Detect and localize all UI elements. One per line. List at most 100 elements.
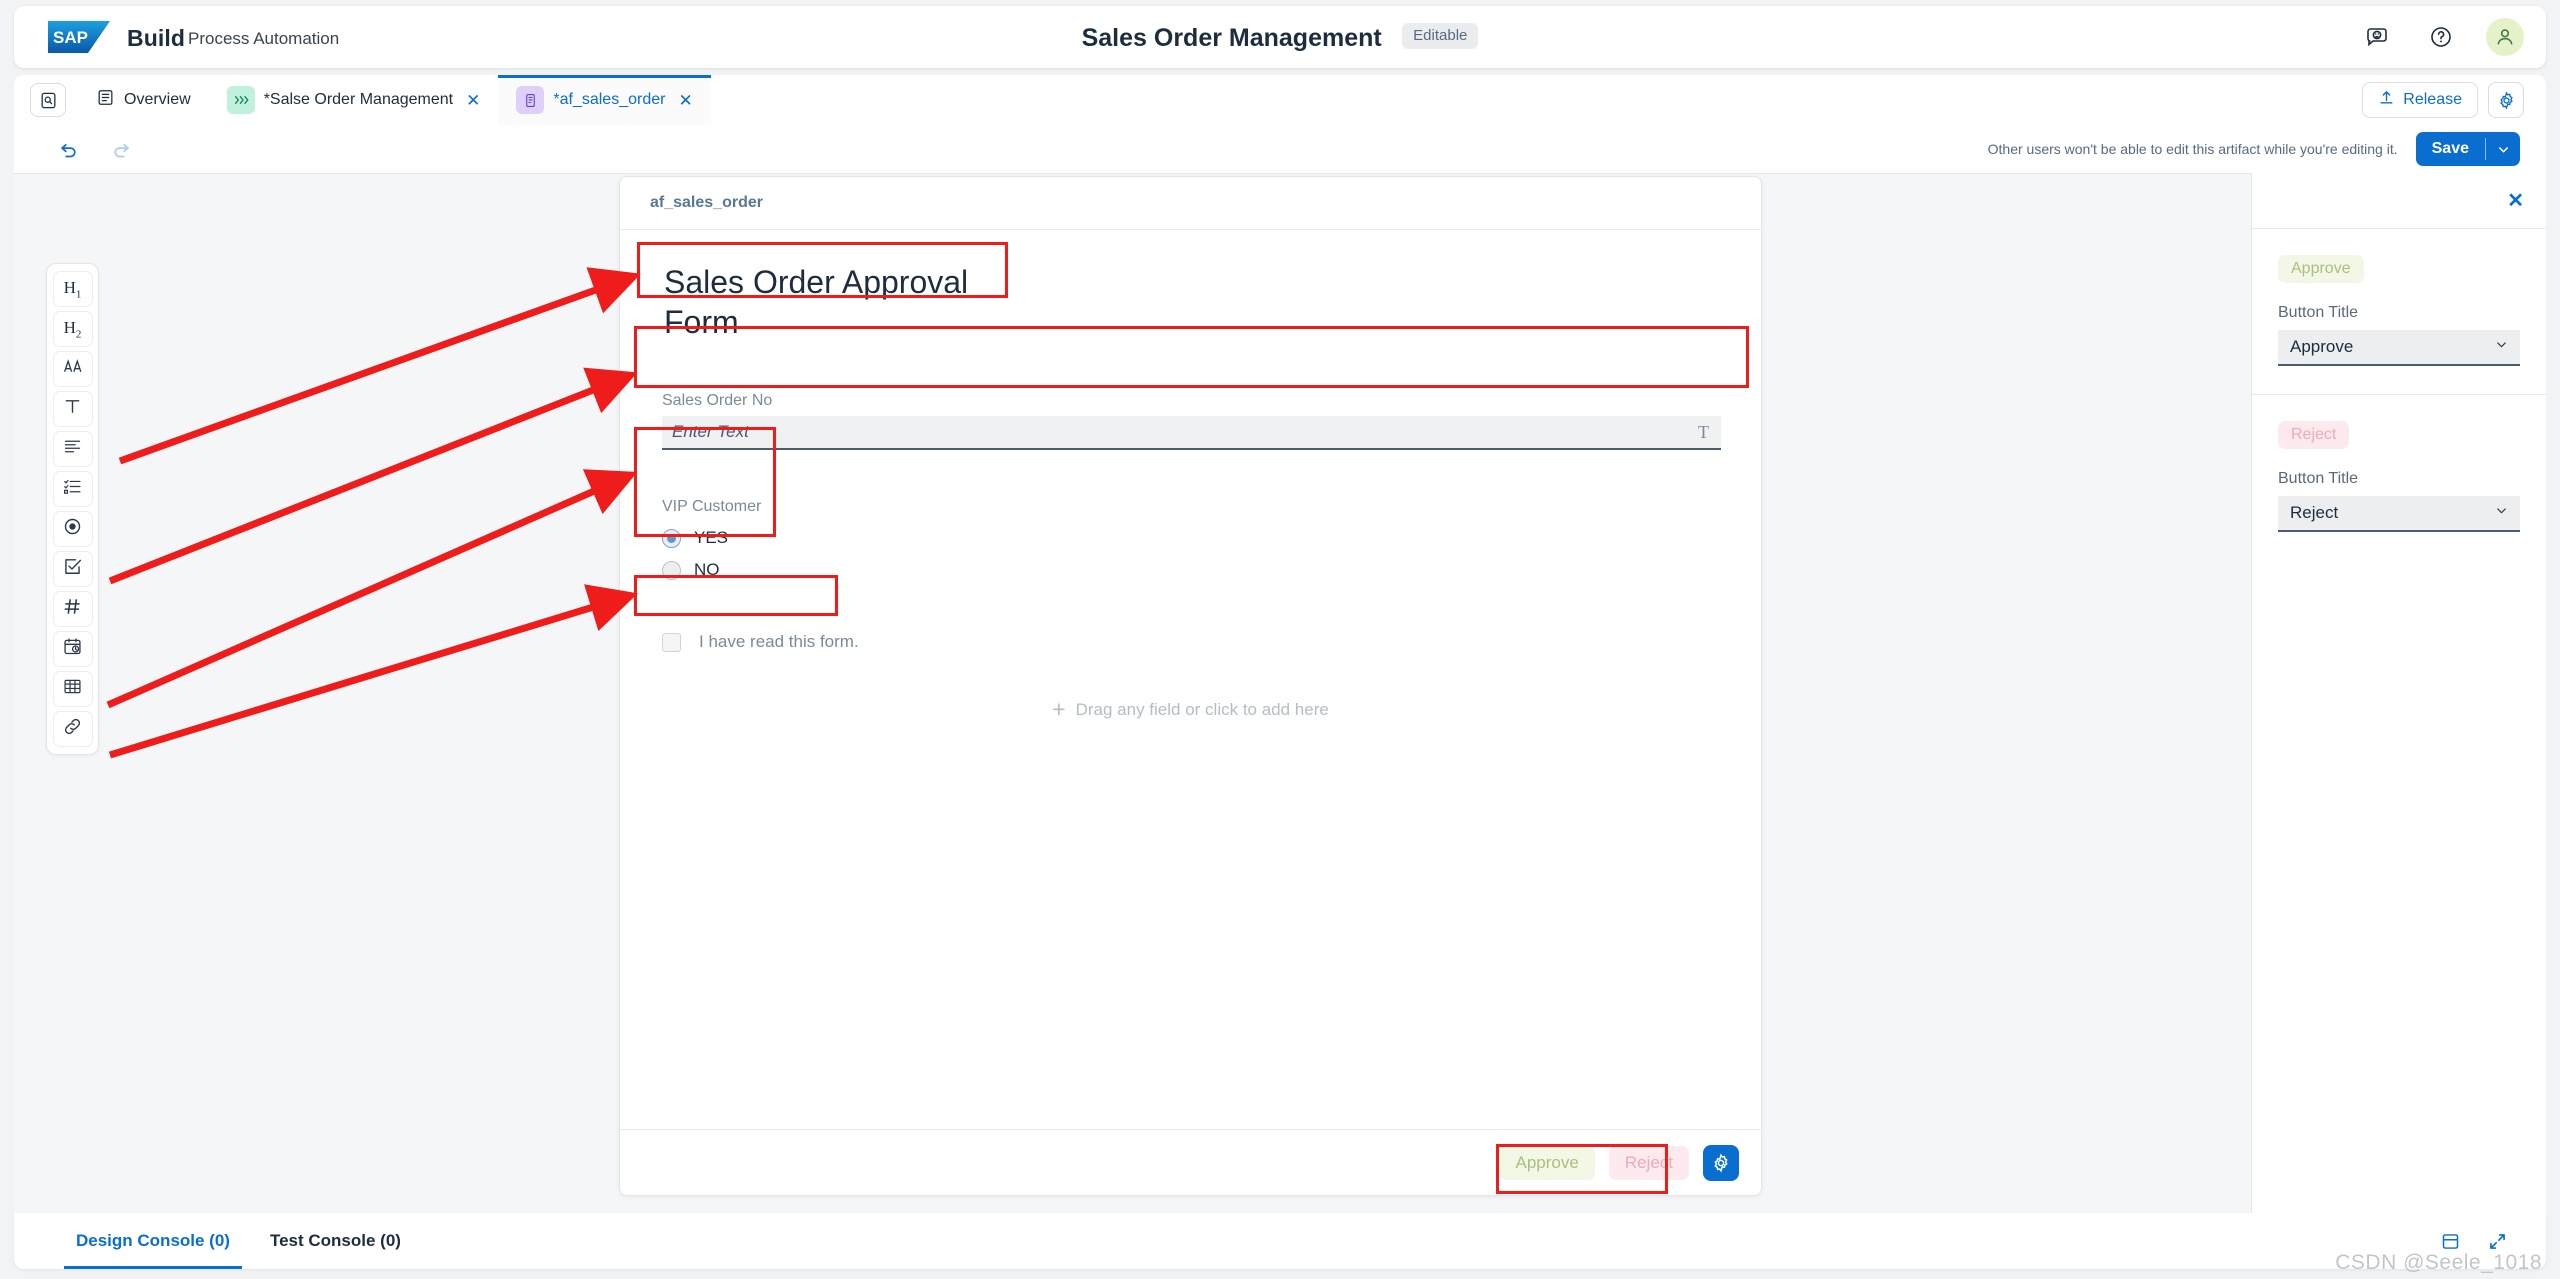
toolbar-right-actions: Other users won't be able to edit this a… [1988, 132, 2546, 166]
palette-item-paragraph[interactable] [52, 431, 93, 467]
palette-item-heading-1[interactable]: H1 [52, 271, 93, 307]
form-footer: Approve Reject [620, 1129, 1761, 1195]
split-panel-icon[interactable] [2440, 1231, 2461, 1252]
question-mark-icon[interactable] [2422, 18, 2460, 56]
rich-text-icon [62, 356, 83, 382]
form-card-header: af_sales_order [620, 177, 1761, 230]
approve-button-properties: Approve Button Title Approve [2252, 229, 2546, 394]
undo-arrow-icon[interactable] [54, 134, 84, 164]
tab-af-sales-order[interactable]: *af_sales_order ✕ [498, 75, 712, 125]
tab-design-console[interactable]: Design Console (0) [64, 1213, 242, 1269]
palette-item-radio-button[interactable] [52, 511, 93, 547]
palette-item-checkbox[interactable] [52, 551, 93, 587]
approve-chip: Approve [2278, 255, 2364, 283]
palette-item-rich-text[interactable] [52, 351, 93, 387]
tab-label: *af_sales_order [553, 91, 666, 108]
palette-item-number[interactable] [52, 591, 93, 627]
palette-item-date-time[interactable] [52, 631, 93, 667]
sales-order-no-input[interactable]: Enter Text T [662, 416, 1721, 450]
table-icon [62, 676, 83, 702]
palette-item-text-field[interactable] [52, 391, 93, 427]
tab-test-console[interactable]: Test Console (0) [258, 1213, 413, 1269]
console-tabs: Design Console (0) Test Console (0) [64, 1213, 413, 1269]
sales-order-no-label: Sales Order No [662, 392, 773, 409]
release-label: Release [2403, 91, 2462, 108]
editor-toolbar: Other users won't be able to edit this a… [14, 125, 2546, 173]
process-chevrons-icon [226, 86, 255, 114]
form-heading-field[interactable]: Sales Order Approval Form [662, 260, 1037, 346]
radio-button-icon [62, 516, 83, 542]
tab-salse-order-management[interactable]: *Salse Order Management ✕ [209, 75, 499, 125]
approve-button[interactable]: Approve [1499, 1145, 1595, 1180]
release-button[interactable]: Release [2362, 82, 2478, 118]
form-preview-card: af_sales_order Sales Order Approval Form… [619, 176, 1762, 1196]
reject-button-properties: Reject Button Title Reject [2252, 394, 2546, 560]
sap-logo-icon: SAP [48, 21, 110, 53]
chevron-down-icon[interactable] [2486, 132, 2520, 166]
reject-chip: Reject [2278, 421, 2350, 449]
undo-redo-group [54, 134, 136, 164]
list-icon [62, 476, 83, 502]
palette-item-link[interactable] [52, 711, 93, 747]
radio-option-no[interactable]: NO [662, 560, 802, 580]
brand-subtitle: Process Automation [188, 29, 340, 48]
edit-lock-note: Other users won't be able to edit this a… [1987, 141, 2398, 157]
text-type-marker-icon: T [1698, 421, 1709, 442]
properties-panel: ✕ Approve Button Title Approve Reject Bu… [2251, 173, 2546, 1213]
page-title-group: Sales Order Management Editable [14, 22, 2546, 53]
drop-hint-label: Drag any field or click to add here [1075, 699, 1329, 719]
status-badge: Editable [1402, 22, 1479, 49]
tab-label: *Salse Order Management [263, 91, 454, 108]
reject-button[interactable]: Reject [1608, 1145, 1689, 1180]
palette-item-list[interactable] [52, 471, 93, 507]
reject-button-title-select[interactable]: Reject [2278, 496, 2520, 532]
svg-text:SAP: SAP [53, 28, 88, 47]
chevron-down-icon [2494, 337, 2509, 357]
radio-button-unselected-icon [662, 560, 681, 580]
checkbox-unchecked-icon[interactable] [662, 632, 681, 652]
artifact-tab-bar: Overview *Salse Order Management ✕ *af_s… [0, 75, 2560, 125]
drop-field-hint[interactable]: + Drag any field or click to add here [650, 698, 1731, 721]
radio-option-yes[interactable]: YES [662, 528, 802, 548]
redo-arrow-icon[interactable] [106, 134, 136, 164]
page-title: Sales Order Management [1081, 24, 1382, 52]
save-button[interactable]: Save [2416, 132, 2485, 166]
button-title-label: Button Title [2278, 470, 2359, 487]
date-time-icon [62, 636, 83, 662]
heading-1-icon: H1 [63, 277, 82, 301]
tab-overview[interactable]: Overview [78, 75, 209, 125]
radio-button-selected-icon [662, 528, 681, 548]
select-value: Approve [2290, 337, 2354, 356]
radio-label: YES [694, 528, 729, 547]
close-icon[interactable]: ✕ [2507, 191, 2524, 211]
heading-2-icon: H2 [63, 317, 82, 341]
chevron-down-icon [2494, 503, 2509, 523]
read-form-checkbox-row[interactable]: I have read this form. [662, 632, 1731, 652]
gear-icon[interactable] [2488, 82, 2524, 118]
user-avatar-icon[interactable] [2486, 18, 2524, 56]
tab-bar-surface: Overview *Salse Order Management ✕ *af_s… [14, 75, 2546, 125]
form-body: Sales Order Approval Form Sales Order No… [620, 230, 1761, 1129]
shell-bar-surface: SAP Build Process Automation Sales Order… [14, 6, 2546, 68]
field-palette: H1 H2 [46, 263, 99, 755]
fullscreen-expand-icon[interactable] [2487, 1231, 2508, 1252]
save-button-group[interactable]: Save [2415, 132, 2520, 166]
properties-panel-header: ✕ [2252, 173, 2546, 229]
select-value: Reject [2290, 503, 2339, 522]
form-settings-gear-icon[interactable] [1703, 1144, 1739, 1181]
feedback-smiley-icon[interactable] [2358, 18, 2396, 56]
link-icon [62, 716, 83, 742]
console-actions [2440, 1231, 2546, 1252]
number-hash-icon [62, 596, 83, 622]
radio-label: NO [694, 560, 720, 579]
search-document-icon[interactable] [30, 83, 66, 117]
close-icon[interactable]: ✕ [678, 92, 692, 109]
close-icon[interactable]: ✕ [466, 92, 480, 109]
vip-customer-label: VIP Customer [662, 498, 762, 515]
checkbox-icon [62, 556, 83, 582]
palette-item-table[interactable] [52, 671, 93, 707]
shell-actions [2358, 18, 2524, 56]
approve-button-title-select[interactable]: Approve [2278, 330, 2520, 366]
brand-name: Build [127, 25, 185, 51]
palette-item-heading-2[interactable]: H2 [52, 311, 93, 347]
